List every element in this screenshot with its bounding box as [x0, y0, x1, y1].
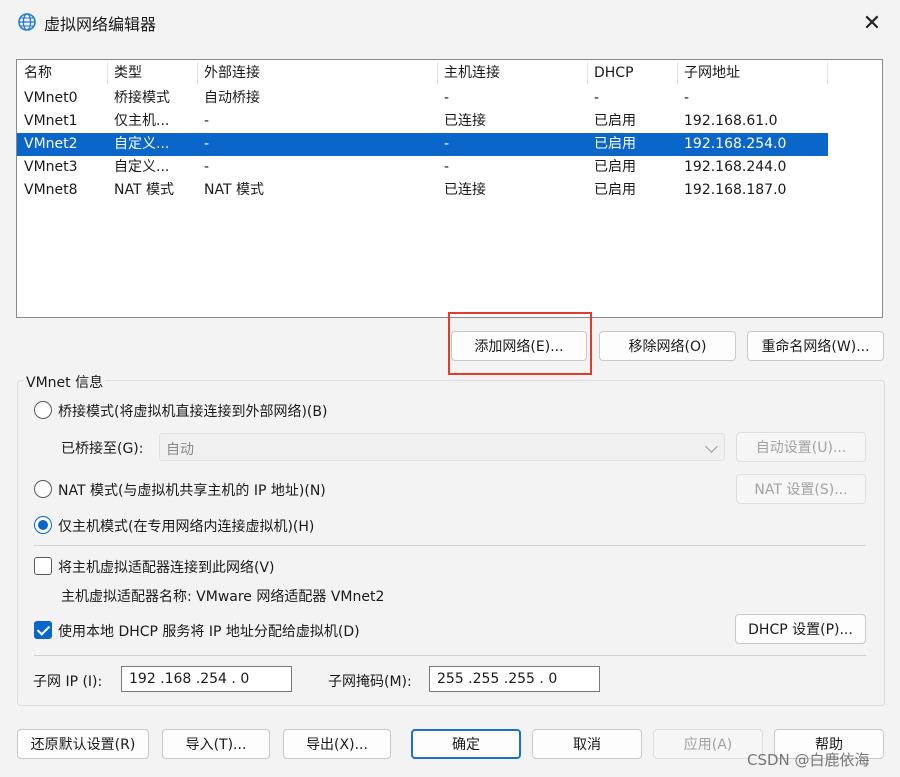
bridged-label[interactable]: 桥接模式(将虚拟机直接连接到外部网络)(B) — [58, 401, 327, 421]
bridged-radio[interactable] — [34, 401, 52, 419]
cell-type: 自定义... — [114, 159, 170, 175]
table-row[interactable]: VMnet0 桥接模式 自动桥接 - - - — [17, 87, 828, 110]
watermark: CSDN @白鹿依海 — [747, 751, 870, 769]
cell-subnet: 192.168.61.0 — [684, 113, 778, 129]
ok-button[interactable]: 确定 — [411, 729, 521, 759]
connect-adapter-checkbox[interactable] — [34, 557, 52, 575]
cell-dhcp: - — [594, 90, 600, 106]
subnet-mask-field[interactable]: 255 .255 .255 . 0 — [429, 666, 600, 692]
import-button[interactable]: 导入(T)... — [162, 729, 270, 759]
nat-label[interactable]: NAT 模式(与虚拟机共享主机的 IP 地址)(N) — [58, 480, 326, 500]
cell-name: VMnet1 — [24, 113, 78, 129]
close-button[interactable]: ✕ — [852, 6, 892, 40]
column-header-external[interactable]: 外部连接 — [197, 60, 437, 86]
cell-host: 已连接 — [444, 113, 486, 129]
group-title: VMnet 信息 — [24, 372, 106, 392]
window-title: 虚拟网络编辑器 — [44, 15, 157, 34]
remove-network-button[interactable]: 移除网络(O) — [599, 331, 736, 361]
cell-type: 桥接模式 — [114, 90, 170, 106]
chevron-down-icon — [705, 440, 718, 453]
subnet-ip-field[interactable]: 192 .168 .254 . 0 — [121, 666, 292, 692]
restore-defaults-button[interactable]: 还原默认设置(R) — [17, 729, 149, 759]
auto-settings-button[interactable]: 自动设置(U)... — [736, 432, 866, 462]
bridged-to-label: 已桥接至(G): — [61, 441, 144, 457]
cell-name: VMnet8 — [24, 182, 78, 198]
nat-settings-button[interactable]: NAT 设置(S)... — [736, 474, 866, 504]
bridged-to-value: 自动 — [166, 442, 194, 458]
cell-host: 已连接 — [444, 182, 486, 198]
cell-dhcp: 已启用 — [594, 159, 636, 175]
hostonly-radio[interactable] — [34, 516, 52, 534]
table-row[interactable]: VMnet3 自定义... - - 已启用 192.168.244.0 — [17, 156, 828, 179]
bridged-to-select[interactable]: 自动 — [159, 433, 725, 461]
list-header: 名称 类型 外部连接 主机连接 DHCP 子网地址 — [17, 60, 882, 86]
connect-adapter-label[interactable]: 将主机虚拟适配器连接到此网络(V) — [58, 557, 275, 577]
subnet-mask-label: 子网掩码(M): — [328, 674, 412, 690]
globe-icon — [18, 13, 36, 31]
vmnet-info-group — [17, 380, 885, 706]
cell-external: - — [204, 136, 210, 152]
table-row[interactable]: VMnet1 仅主机... - 已连接 已启用 192.168.61.0 — [17, 110, 828, 133]
cell-type: 仅主机... — [114, 113, 170, 129]
cell-host: - — [444, 90, 450, 106]
cell-subnet: 192.168.254.0 — [684, 136, 787, 152]
title-bar: 虚拟网络编辑器 ✕ — [0, 0, 900, 46]
hostonly-label[interactable]: 仅主机模式(在专用网络内连接虚拟机)(H) — [58, 516, 314, 536]
divider — [34, 545, 866, 546]
cell-name: VMnet3 — [24, 159, 78, 175]
cell-host: - — [444, 159, 450, 175]
cell-subnet: - — [684, 90, 690, 106]
divider — [34, 655, 866, 656]
adapter-name-text: 主机虚拟适配器名称: VMware 网络适配器 VMnet2 — [61, 589, 385, 605]
dhcp-settings-button[interactable]: DHCP 设置(P)... — [735, 614, 866, 644]
cell-name: VMnet2 — [24, 136, 78, 152]
column-header-subnet[interactable]: 子网地址 — [677, 60, 827, 86]
network-list[interactable]: 名称 类型 外部连接 主机连接 DHCP 子网地址 VMnet0 桥接模式 自动… — [16, 59, 883, 318]
table-row-selected[interactable]: VMnet2 自定义... - - 已启用 192.168.254.0 — [17, 133, 828, 156]
cell-subnet: 192.168.244.0 — [684, 159, 787, 175]
column-header-host[interactable]: 主机连接 — [437, 60, 587, 86]
column-header-type[interactable]: 类型 — [107, 60, 197, 86]
export-button[interactable]: 导出(X)... — [283, 729, 391, 759]
dhcp-label[interactable]: 使用本地 DHCP 服务将 IP 地址分配给虚拟机(D) — [58, 621, 360, 641]
cell-host: - — [444, 136, 450, 152]
cell-subnet: 192.168.187.0 — [684, 182, 787, 198]
dhcp-checkbox[interactable] — [34, 621, 52, 639]
cell-external: - — [204, 159, 210, 175]
cell-external: - — [204, 113, 210, 129]
cell-dhcp: 已启用 — [594, 182, 636, 198]
cell-external: 自动桥接 — [204, 90, 260, 106]
cell-type: NAT 模式 — [114, 182, 174, 198]
cell-type: 自定义... — [114, 136, 170, 152]
cell-dhcp: 已启用 — [594, 113, 636, 129]
nat-radio[interactable] — [34, 480, 52, 498]
subnet-ip-label: 子网 IP (I): — [33, 674, 103, 690]
cell-external: NAT 模式 — [204, 182, 264, 198]
table-row[interactable]: VMnet8 NAT 模式 NAT 模式 已连接 已启用 192.168.187… — [17, 179, 828, 202]
add-network-button[interactable]: 添加网络(E)... — [451, 331, 587, 361]
close-icon: ✕ — [862, 10, 882, 36]
rename-network-button[interactable]: 重命名网络(W)... — [747, 331, 884, 361]
cell-name: VMnet0 — [24, 90, 78, 106]
cancel-button[interactable]: 取消 — [532, 729, 642, 759]
cell-dhcp: 已启用 — [594, 136, 636, 152]
column-header-dhcp[interactable]: DHCP — [587, 60, 677, 86]
column-header-name[interactable]: 名称 — [17, 60, 107, 86]
